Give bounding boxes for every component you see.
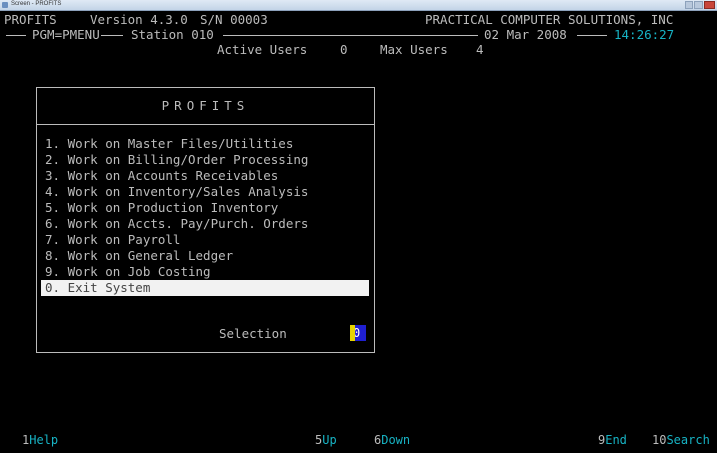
version-text: Version 4.3.0 — [90, 12, 188, 27]
window-title: Screen - PROFITS — [11, 1, 62, 7]
max-users-label: Max Users — [380, 42, 448, 57]
minimize-button[interactable] — [685, 1, 694, 9]
menu-item-inventory[interactable]: 4. Work on Inventory/Sales Analysis — [45, 184, 308, 200]
fkey-up[interactable]: 5Up — [315, 432, 337, 448]
company-name: PRACTICAL COMPUTER SOLUTIONS, INC — [425, 12, 674, 27]
selection-label: Selection — [219, 326, 287, 341]
fkey-number: 10 — [652, 433, 667, 447]
maximize-button[interactable] — [694, 1, 703, 9]
max-users-value: 4 — [476, 42, 484, 57]
serial-number: S/N 00003 — [200, 12, 268, 27]
menu-item-exit-system[interactable]: 0. Exit System — [41, 280, 369, 296]
menu-title: PROFITS — [161, 98, 250, 113]
fkey-end[interactable]: 9End — [598, 432, 627, 448]
date-text: 02 Mar 2008 — [484, 27, 567, 42]
terminal-app-icon — [2, 2, 8, 8]
fkey-down[interactable]: 6Down — [374, 432, 410, 448]
fkey-label: Help — [29, 433, 59, 447]
main-menu: PROFITS 1. Work on Master Files/Utilitie… — [36, 87, 375, 353]
menu-item-master-files[interactable]: 1. Work on Master Files/Utilities — [45, 136, 293, 152]
menu-item-payroll[interactable]: 7. Work on Payroll — [45, 232, 180, 248]
active-users-value: 0 — [340, 42, 348, 57]
fkey-help[interactable]: 1Help — [22, 432, 58, 448]
text-cursor — [350, 325, 355, 341]
header-rule — [101, 35, 123, 36]
menu-item-billing[interactable]: 2. Work on Billing/Order Processing — [45, 152, 308, 168]
header-rule — [577, 35, 607, 36]
menu-item-job-costing[interactable]: 9. Work on Job Costing — [45, 264, 211, 280]
station-text: Station 010 — [131, 27, 214, 42]
menu-header: PROFITS — [37, 88, 374, 125]
menu-item-general-ledger[interactable]: 8. Work on General Ledger — [45, 248, 233, 264]
header-rule — [6, 35, 26, 36]
window-titlebar: Screen - PROFITS — [0, 0, 717, 11]
menu-item-production[interactable]: 5. Work on Production Inventory — [45, 200, 278, 216]
close-button[interactable] — [703, 1, 715, 9]
fkey-search[interactable]: 10Search — [652, 432, 710, 448]
fkey-label: End — [605, 433, 627, 447]
terminal-screen[interactable]: PROFITS Version 4.3.0 S/N 00003 PRACTICA… — [0, 11, 717, 453]
window-controls — [685, 1, 715, 9]
menu-item-accounts-payable[interactable]: 6. Work on Accts. Pay/Purch. Orders — [45, 216, 308, 232]
active-users-label: Active Users — [217, 42, 308, 57]
fkey-label: Search — [666, 433, 710, 447]
app-name: PROFITS — [4, 12, 57, 27]
program-name: PGM=PMENU — [32, 27, 100, 42]
fkey-label: Up — [322, 433, 337, 447]
header-rule — [223, 35, 478, 36]
menu-item-accounts-receivables[interactable]: 3. Work on Accounts Receivables — [45, 168, 278, 184]
fkey-label: Down — [381, 433, 411, 447]
time-text: 14:26:27 — [614, 27, 675, 42]
